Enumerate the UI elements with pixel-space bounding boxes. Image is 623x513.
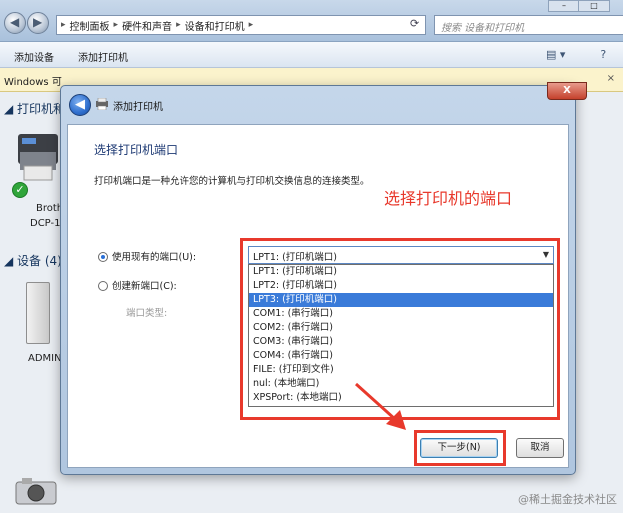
collapse-icon: ◢ — [4, 102, 18, 116]
minimize-button[interactable]: – — [548, 0, 580, 12]
printers-section-heading[interactable]: ◢ 打印机和 — [4, 100, 65, 117]
check-icon: ✓ — [12, 182, 28, 198]
breadcrumb-chevron-icon: ▸ — [248, 20, 254, 30]
close-icon[interactable]: × — [607, 73, 615, 84]
printers-section-label: 打印机和 — [17, 102, 66, 116]
add-device-button[interactable]: 添加设备 — [14, 49, 54, 64]
use-existing-port-label[interactable]: 使用现有的端口(U): — [112, 249, 196, 263]
explorer-toolbar: 添加设备 添加打印机 ▤ ▾ ? — [0, 42, 623, 68]
explorer-titlebar: ◀ ▶ ▸ 控制面板 ▸ 硬件和声音 ▸ 设备和打印机 ▸ ⟳ 搜索 设备和打印… — [0, 0, 623, 42]
watermark: @稀土掘金技术社区 — [518, 493, 617, 506]
create-new-port-radio[interactable] — [98, 281, 108, 291]
address-bar[interactable]: ▸ 控制面板 ▸ 硬件和声音 ▸ 设备和打印机 ▸ — [56, 15, 426, 35]
printer-model-label: DCP-1 — [30, 218, 61, 229]
add-printer-button[interactable]: 添加打印机 — [78, 49, 128, 64]
annotation-arrow-icon — [354, 382, 406, 430]
breadcrumb-chevron-icon: ▸ — [113, 20, 119, 30]
forward-arrow-icon[interactable]: ▶ — [27, 12, 49, 34]
create-new-port-label[interactable]: 创建新端口(C): — [112, 278, 177, 292]
page-heading: 选择打印机端口 — [94, 143, 179, 157]
printer-icon — [96, 98, 108, 110]
refresh-icon[interactable]: ⟳ — [410, 17, 419, 30]
back-arrow-icon[interactable]: ◀ — [4, 12, 26, 34]
use-existing-port-radio[interactable] — [98, 252, 108, 262]
port-type-label: 端口类型: — [126, 308, 168, 319]
collapse-icon: ◢ — [4, 254, 18, 268]
close-button[interactable]: X — [547, 82, 587, 100]
search-input[interactable]: 搜索 设备和打印机 — [434, 15, 623, 35]
add-printer-dialog: ◀ 添加打印机 X 选择打印机端口 打印机端口是一种允许您的计算机与打印机交换信… — [60, 82, 587, 475]
info-bar-text: Windows 可 — [4, 77, 62, 88]
computer-tower-icon[interactable] — [26, 282, 50, 344]
breadcrumb-item[interactable]: 硬件和声音 — [122, 18, 172, 33]
breadcrumb-item[interactable]: 设备和打印机 — [185, 18, 245, 33]
next-button-highlight-box — [414, 430, 506, 466]
breadcrumb-item[interactable]: 控制面板 — [70, 18, 110, 33]
breadcrumb-chevron-icon: ▸ — [176, 20, 181, 30]
devices-section-label: 设备 (4) — [17, 254, 62, 268]
camera-icon[interactable] — [12, 474, 60, 506]
dialog-body: 选择打印机端口 打印机端口是一种允许您的计算机与打印机交换信息的连接类型。 使用… — [67, 124, 569, 468]
device-label: ADMIN — [28, 353, 62, 364]
breadcrumb-chevron-icon: ▸ — [61, 20, 66, 30]
dialog-title: 添加打印机 — [113, 102, 163, 113]
maximize-button[interactable]: □ — [578, 0, 610, 12]
cancel-button[interactable]: 取消 — [516, 438, 564, 458]
back-arrow-icon[interactable]: ◀ — [69, 94, 91, 116]
page-description: 打印机端口是一种允许您的计算机与打印机交换信息的连接类型。 — [94, 176, 370, 187]
annotation-text: 选择打印机的端口 — [384, 189, 513, 208]
view-options-icon[interactable]: ▤ ▾ ? — [546, 48, 606, 61]
printer-icon[interactable] — [14, 130, 62, 190]
devices-section-heading[interactable]: ◢ 设备 (4) — [4, 252, 62, 269]
